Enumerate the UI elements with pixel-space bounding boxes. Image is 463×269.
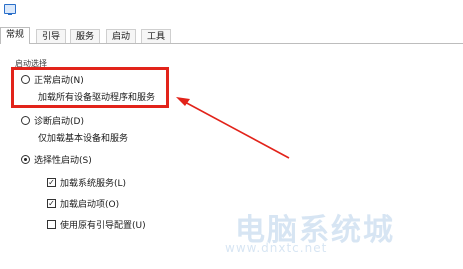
watermark-url: www.dnxtc.net xyxy=(225,241,328,255)
watermark: 电脑系统城 www.dnxtc.net xyxy=(215,205,455,260)
